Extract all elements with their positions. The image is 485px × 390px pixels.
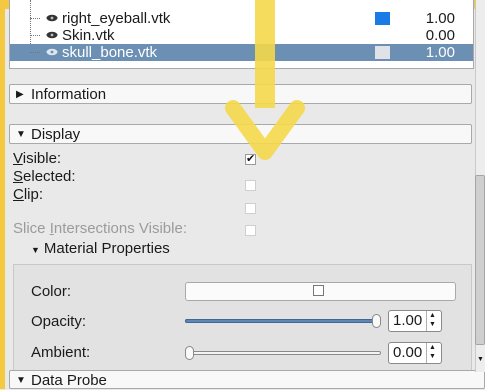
opacity-value: 1.00 xyxy=(393,312,423,329)
color-preview xyxy=(313,285,324,296)
visible-label: Visible: xyxy=(13,150,62,167)
tree-item-name: right_eyeball.vtk xyxy=(62,10,171,27)
spin-buttons: ▲ ▼ xyxy=(426,311,441,331)
opacity-label: Opacity: xyxy=(31,313,87,330)
opacity-slider-fill xyxy=(185,319,376,323)
spin-up-icon[interactable]: ▲ xyxy=(429,312,436,320)
section-title: Data Probe xyxy=(31,372,107,389)
section-title: Display xyxy=(31,126,81,143)
triangle-down-icon: ▼ xyxy=(16,129,26,140)
spin-buttons: ▲ ▼ xyxy=(426,343,441,363)
opacity-slider-handle[interactable] xyxy=(372,314,381,328)
ambient-label: Ambient: xyxy=(31,344,91,361)
eye-icon[interactable] xyxy=(46,46,58,58)
spin-up-icon[interactable]: ▲ xyxy=(429,344,436,352)
yellow-down-arrow-icon xyxy=(225,0,305,160)
tree-item-opacity: 1.00 xyxy=(425,44,455,61)
color-swatch[interactable] xyxy=(375,12,390,25)
color-label: Color: xyxy=(31,283,72,300)
tree-branch xyxy=(30,18,40,19)
clip-label: Clip: xyxy=(13,186,44,203)
slice-intersections-checkbox[interactable] xyxy=(245,225,256,236)
opacity-spinbox[interactable]: 1.00 ▲ ▼ xyxy=(388,310,442,332)
ambient-slider-handle[interactable] xyxy=(185,346,194,360)
clip-checkbox[interactable] xyxy=(245,203,256,214)
selected-checkbox[interactable] xyxy=(245,180,256,191)
section-title: Information xyxy=(31,86,107,103)
ambient-spinbox[interactable]: 0.00 ▲ ▼ xyxy=(388,342,442,364)
material-properties-title: Material Properties xyxy=(43,240,170,257)
color-swatch[interactable] xyxy=(375,46,390,59)
selected-label: Selected: xyxy=(13,168,76,185)
spin-down-icon[interactable]: ▼ xyxy=(429,353,436,361)
tree-item-name: Skin.vtk xyxy=(62,27,115,44)
slice-intersections-label: Slice Intersections Visible: xyxy=(13,220,187,237)
eye-icon[interactable] xyxy=(46,12,58,24)
triangle-down-icon: ▼ xyxy=(16,375,26,386)
ambient-value: 0.00 xyxy=(393,344,423,361)
highlight-frame-left xyxy=(0,0,5,389)
ambient-slider-track[interactable] xyxy=(185,351,381,355)
triangle-right-icon: ▶ xyxy=(16,89,24,100)
scrollbar-thumb[interactable] xyxy=(475,175,485,345)
triangle-down-icon: ▼ xyxy=(31,245,40,255)
tree-item-opacity: 1.00 xyxy=(425,10,455,27)
section-data-probe[interactable]: ▼ Data Probe xyxy=(9,370,485,389)
tree-item-name: skull_bone.vtk xyxy=(62,44,158,61)
tree-item-opacity: 0.00 xyxy=(425,27,455,44)
eye-icon[interactable] xyxy=(46,29,58,41)
tree-branch xyxy=(30,35,40,36)
spin-down-icon[interactable]: ▼ xyxy=(429,321,436,329)
tree-branch xyxy=(30,52,40,53)
scroll-down-icon[interactable]: ▼ xyxy=(476,353,485,367)
material-properties-header[interactable]: ▼ Material Properties xyxy=(31,240,170,259)
